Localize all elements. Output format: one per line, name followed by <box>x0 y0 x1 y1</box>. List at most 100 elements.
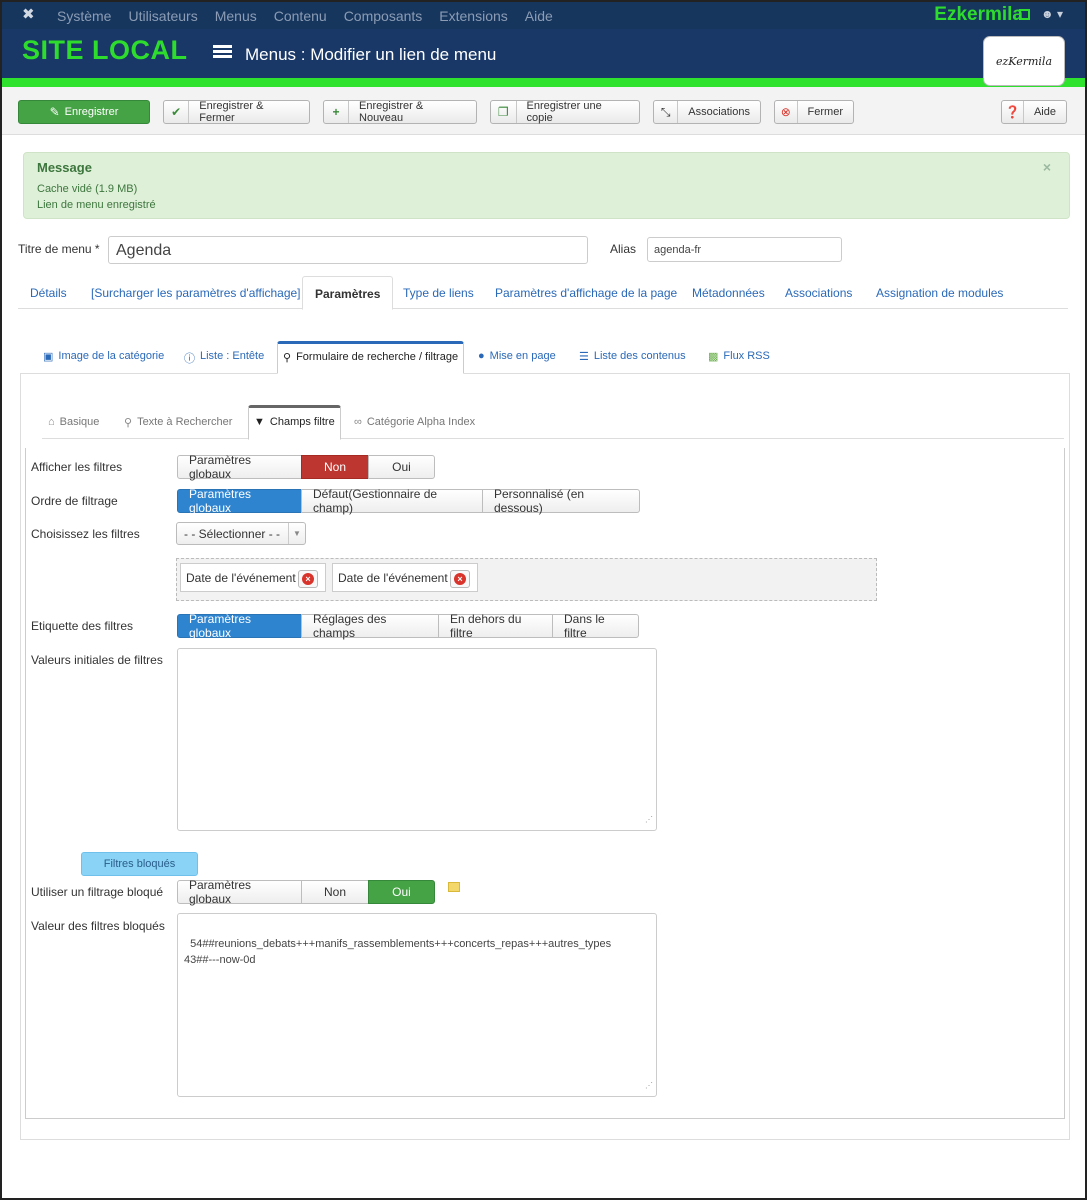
site-link[interactable]: Ezkermila <box>934 4 1023 26</box>
tab-surcharger[interactable]: [Surcharger les paramètres d'affichage] <box>79 276 313 309</box>
top-menu: Système Utilisateurs Menus Contenu Compo… <box>57 8 570 24</box>
resize-grip-icon[interactable]: ⋰ <box>645 812 653 828</box>
subtab-liste-entete[interactable]: ⓘ Liste : Entête <box>184 341 264 374</box>
tab-texte-rechercher[interactable]: ⚲ Texte à Rechercher <box>124 405 232 439</box>
contract-icon: ⤡ <box>654 101 679 123</box>
tab-metadonnees[interactable]: Métadonnées <box>680 276 777 309</box>
option-non[interactable]: Non <box>301 880 369 904</box>
afficher-filtres-label: Afficher les filtres <box>31 460 123 474</box>
plus-icon: + <box>324 101 350 123</box>
option-en-dehors[interactable]: En dehors du filtre <box>438 612 553 640</box>
menu-utilisateurs[interactable]: Utilisateurs <box>128 8 197 24</box>
menu-menus[interactable]: Menus <box>215 8 257 24</box>
toolbar: ✎ Enregistrer ✔ Enregistrer & Fermer + E… <box>2 87 1085 135</box>
close-icon[interactable]: × <box>1043 159 1051 175</box>
home-icon: ⌂ <box>48 416 55 428</box>
tab-alpha-index[interactable]: ∞ Catégorie Alpha Index <box>354 405 475 439</box>
link-icon: ∞ <box>354 416 362 428</box>
menu-composants[interactable]: Composants <box>344 8 423 24</box>
alias-input[interactable]: agenda-fr <box>647 237 842 262</box>
option-parametres-globaux[interactable]: Paramètres globaux <box>177 878 302 906</box>
tab-affichage-page[interactable]: Paramètres d'affichage de la page <box>483 276 689 309</box>
tab-associations[interactable]: Associations <box>773 276 864 309</box>
option-reglages-champs[interactable]: Réglages des champs <box>301 612 439 640</box>
subtab-formulaire[interactable]: ⚲ Formulaire de recherche / filtrage <box>277 341 465 374</box>
search-icon: ⚲ <box>283 352 292 364</box>
note-icon[interactable] <box>448 882 460 892</box>
list-icon <box>213 45 232 62</box>
option-parametres-globaux[interactable]: Paramètres globaux <box>177 612 302 640</box>
cancel-icon: ⊗ <box>775 101 798 123</box>
page-title: Menus : Modifier un lien de menu <box>245 45 497 64</box>
filter-chip[interactable]: Date de l'événement × <box>332 563 478 592</box>
sub-tabs: ▣ Image de la catégorie ⓘ Liste : Entête ⚲… <box>20 341 1070 374</box>
etiquette-filtres-toggle: Paramètres globaux Réglages des champs E… <box>177 612 639 640</box>
menu-systeme[interactable]: Système <box>57 8 111 24</box>
menu-contenu[interactable]: Contenu <box>274 8 327 24</box>
save-close-button[interactable]: ✔ Enregistrer & Fermer <box>163 100 310 124</box>
site-logo: ezKermila <box>983 36 1065 86</box>
remove-icon[interactable]: × <box>298 570 318 588</box>
edit-icon: ✎ <box>49 105 60 119</box>
chevron-down-icon: ▼ <box>288 523 305 544</box>
tab-type-liens[interactable]: Type de liens <box>391 276 486 309</box>
resize-grip-icon[interactable]: ⋰ <box>645 1078 653 1094</box>
joomla-logo-icon[interactable]: ✖ <box>22 7 38 23</box>
close-button[interactable]: ⊗ Fermer <box>774 100 854 124</box>
rss-icon: ▩ <box>708 351 719 363</box>
save-copy-button[interactable]: ❐ Enregistrer une copie <box>490 100 640 124</box>
etiquette-filtres-label: Etiquette des filtres <box>31 619 134 633</box>
valeurs-initiales-textarea[interactable]: ⋰ <box>177 648 657 831</box>
title-input[interactable]: Agenda <box>108 236 588 264</box>
page-header: SITE LOCAL Menus : Modifier un lien de m… <box>2 29 1085 86</box>
top-navbar: ✖ Système Utilisateurs Menus Contenu Com… <box>2 2 1085 29</box>
afficher-filtres-toggle: Paramètres globaux Non Oui <box>177 453 435 481</box>
external-link-icon[interactable] <box>1019 9 1030 20</box>
header-accent-bar <box>2 78 1085 87</box>
utiliser-filtrage-toggle: Paramètres globaux Non Oui <box>177 878 435 906</box>
ordre-filtrage-label: Ordre de filtrage <box>31 494 118 508</box>
message-heading: Message <box>37 160 92 175</box>
save-new-button[interactable]: + Enregistrer & Nouveau <box>323 100 477 124</box>
help-button[interactable]: ❓ Aide <box>1001 100 1067 124</box>
tab-details[interactable]: Détails <box>18 276 79 309</box>
copy-icon: ❐ <box>491 101 517 123</box>
tab-modules[interactable]: Assignation de modules <box>864 276 1015 309</box>
tab-basique[interactable]: ⌂ Basique <box>48 405 99 439</box>
info-icon: ⓘ <box>184 353 195 365</box>
tab-parametres[interactable]: Paramètres <box>302 276 394 310</box>
option-oui[interactable]: Oui <box>368 880 435 904</box>
associations-button[interactable]: ⤡ Associations <box>653 100 761 124</box>
menu-aide[interactable]: Aide <box>525 8 553 24</box>
remove-icon[interactable]: × <box>450 570 470 588</box>
option-defaut[interactable]: Défaut(Gestionnaire de champ) <box>301 487 483 515</box>
tab-champs-filtre[interactable]: ▼ Champs filtre <box>248 405 341 440</box>
subtab-liste-contenus[interactable]: ☰ Liste des contenus <box>579 341 686 374</box>
option-parametres-globaux[interactable]: Paramètres globaux <box>177 453 302 481</box>
selected-filters: Date de l'événement × Date de l'événemen… <box>176 558 877 601</box>
list-icon: ☰ <box>579 351 589 363</box>
valeur-bloques-textarea[interactable]: 54##reunions_debats+++manifs_rassembleme… <box>177 913 657 1097</box>
subtab-flux-rss[interactable]: ▩ Flux RSS <box>708 341 770 374</box>
option-oui[interactable]: Oui <box>368 455 435 479</box>
option-personnalise[interactable]: Personnalisé (en dessous) <box>482 487 640 515</box>
message-line: Lien de menu enregistré <box>37 199 156 211</box>
ordre-filtrage-toggle: Paramètres globaux Défaut(Gestionnaire d… <box>177 487 640 515</box>
filters-select[interactable]: - - Sélectionner - - ▼ <box>176 522 306 545</box>
message-line: Cache vidé (1.9 MB) <box>37 183 138 195</box>
save-button[interactable]: ✎ Enregistrer <box>18 100 150 124</box>
filter-tabs: ⌂ Basique ⚲ Texte à Rechercher ▼ Champs fil… <box>42 405 1064 440</box>
filtres-bloques-button[interactable]: Filtres bloqués <box>81 852 198 876</box>
filter-chip[interactable]: Date de l'événement × <box>180 563 326 592</box>
user-menu-icon[interactable]: ☻ ▾ <box>1041 7 1063 21</box>
option-dans-filtre[interactable]: Dans le filtre <box>552 612 639 640</box>
image-icon: ▣ <box>43 351 54 363</box>
option-parametres-globaux[interactable]: Paramètres globaux <box>177 487 302 515</box>
palette-icon: ● <box>478 350 485 362</box>
option-non[interactable]: Non <box>301 455 369 479</box>
alias-label: Alias <box>610 242 637 256</box>
valeur-bloques-label: Valeur des filtres bloqués <box>31 919 165 933</box>
subtab-mise-en-page[interactable]: ● Mise en page <box>478 341 556 374</box>
menu-extensions[interactable]: Extensions <box>439 8 507 24</box>
subtab-image-categorie[interactable]: ▣ Image de la catégorie <box>43 341 164 374</box>
